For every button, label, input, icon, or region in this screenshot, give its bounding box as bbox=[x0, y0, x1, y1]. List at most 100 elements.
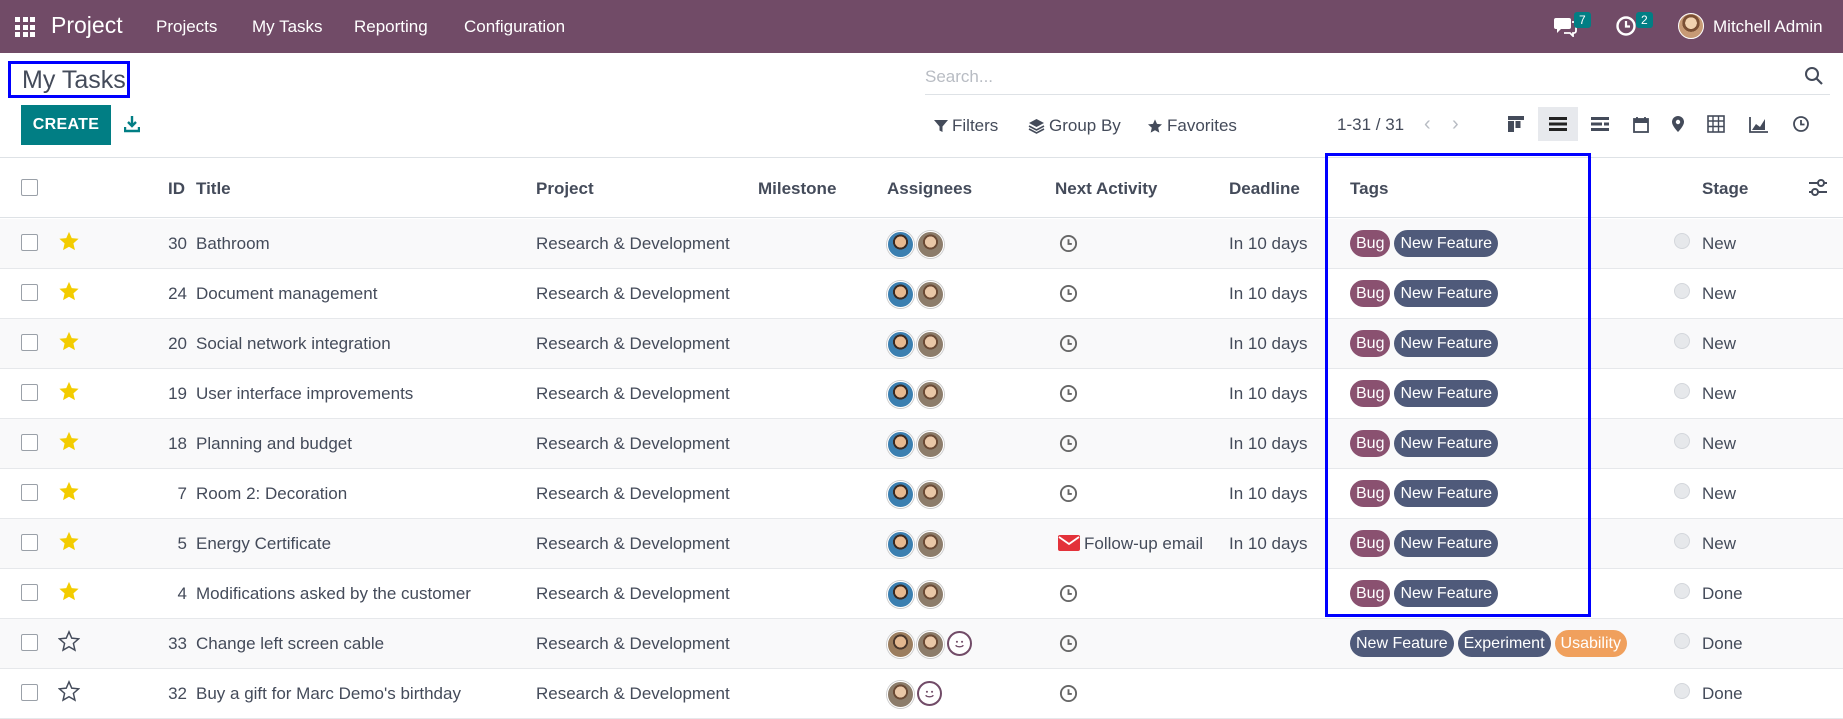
assignees-avatars[interactable] bbox=[887, 381, 944, 408]
assignees-avatars[interactable] bbox=[887, 681, 942, 708]
map-view-icon[interactable] bbox=[1667, 113, 1689, 135]
row-checkbox[interactable] bbox=[21, 684, 38, 701]
create-button[interactable]: CREATE bbox=[21, 105, 111, 145]
assignees-avatars[interactable] bbox=[887, 231, 944, 258]
kanban-state-icon[interactable] bbox=[1674, 683, 1690, 699]
priority-star-empty-icon[interactable] bbox=[57, 629, 81, 652]
activity-view-icon[interactable] bbox=[1790, 113, 1812, 135]
assignee-avatar[interactable] bbox=[917, 231, 944, 258]
avatar-placeholder-smile-icon[interactable] bbox=[917, 681, 942, 706]
assignee-avatar[interactable] bbox=[887, 681, 914, 708]
kanban-state-icon[interactable] bbox=[1674, 533, 1690, 549]
column-header-id[interactable]: ID bbox=[168, 179, 185, 199]
menu-my-tasks[interactable]: My Tasks bbox=[252, 17, 323, 37]
kanban-state-icon[interactable] bbox=[1674, 233, 1690, 249]
favorites-button[interactable]: Favorites bbox=[1147, 116, 1237, 136]
avatar-placeholder-smile-icon[interactable] bbox=[947, 631, 972, 656]
kanban-state-icon[interactable] bbox=[1674, 283, 1690, 299]
assignee-avatar[interactable] bbox=[887, 531, 914, 558]
activity-clock-icon[interactable] bbox=[1059, 384, 1078, 403]
pivot-view-icon[interactable] bbox=[1705, 113, 1727, 135]
priority-star-filled-icon[interactable] bbox=[58, 380, 80, 402]
row-checkbox[interactable] bbox=[21, 484, 38, 501]
search-icon[interactable] bbox=[1804, 66, 1824, 86]
column-header-title[interactable]: Title bbox=[196, 179, 231, 199]
assignee-avatar[interactable] bbox=[887, 631, 914, 658]
table-row[interactable]: 24 Document management Research & Developm… bbox=[0, 269, 1843, 319]
user-avatar[interactable] bbox=[1678, 13, 1704, 39]
table-row[interactable]: 5 Energy Certificate Research & Developmen… bbox=[0, 519, 1843, 569]
task-title[interactable]: Planning and budget bbox=[196, 434, 352, 454]
search-input[interactable] bbox=[925, 64, 1785, 90]
activity-clock-icon[interactable] bbox=[1059, 434, 1078, 453]
menu-reporting[interactable]: Reporting bbox=[354, 17, 428, 37]
menu-projects[interactable]: Projects bbox=[156, 17, 217, 37]
kanban-state-icon[interactable] bbox=[1674, 433, 1690, 449]
task-title[interactable]: Energy Certificate bbox=[196, 534, 331, 554]
row-checkbox[interactable] bbox=[21, 384, 38, 401]
calendar-view-icon[interactable] bbox=[1630, 113, 1652, 135]
column-header-project[interactable]: Project bbox=[536, 179, 594, 199]
column-header-stage[interactable]: Stage bbox=[1702, 179, 1748, 199]
priority-star-filled-icon[interactable] bbox=[58, 480, 80, 502]
row-checkbox[interactable] bbox=[21, 334, 38, 351]
table-row[interactable]: 4 Modifications asked by the customer Rese… bbox=[0, 569, 1843, 619]
kanban-state-icon[interactable] bbox=[1674, 483, 1690, 499]
column-header-milestone[interactable]: Milestone bbox=[758, 179, 836, 199]
assignee-avatar[interactable] bbox=[887, 281, 914, 308]
assignee-avatar[interactable] bbox=[917, 381, 944, 408]
assignees-avatars[interactable] bbox=[887, 581, 944, 608]
pager-next-icon[interactable]: › bbox=[1452, 113, 1466, 135]
activity-clock-icon[interactable] bbox=[1059, 234, 1078, 253]
assignee-avatar[interactable] bbox=[887, 431, 914, 458]
task-title[interactable]: User interface improvements bbox=[196, 384, 413, 404]
assignee-avatar[interactable] bbox=[917, 531, 944, 558]
assignee-avatar[interactable] bbox=[887, 581, 914, 608]
row-checkbox[interactable] bbox=[21, 584, 38, 601]
priority-star-filled-icon[interactable] bbox=[58, 580, 80, 602]
download-icon[interactable] bbox=[124, 115, 140, 133]
assignee-avatar[interactable] bbox=[887, 481, 914, 508]
priority-star-filled-icon[interactable] bbox=[58, 230, 80, 252]
list-view-icon[interactable] bbox=[1538, 107, 1578, 141]
column-header-tags[interactable]: Tags bbox=[1350, 179, 1388, 199]
task-title[interactable]: Bathroom bbox=[196, 234, 270, 254]
row-checkbox[interactable] bbox=[21, 284, 38, 301]
activities-button[interactable] bbox=[1615, 15, 1637, 37]
assignees-avatars[interactable] bbox=[887, 631, 972, 658]
kanban-state-icon[interactable] bbox=[1674, 583, 1690, 599]
pager-previous-icon[interactable]: ‹ bbox=[1424, 113, 1438, 135]
kanban-state-icon[interactable] bbox=[1674, 633, 1690, 649]
gantt-view-icon[interactable] bbox=[1589, 113, 1611, 135]
task-title[interactable]: Buy a gift for Marc Demo's birthday bbox=[196, 684, 461, 704]
table-row[interactable]: 33 Change left screen cable Research & Dev… bbox=[0, 619, 1843, 669]
activity-clock-icon[interactable] bbox=[1059, 334, 1078, 353]
assignee-avatar[interactable] bbox=[917, 331, 944, 358]
priority-star-filled-icon[interactable] bbox=[58, 530, 80, 552]
table-row[interactable]: 19 User interface improvements Research & … bbox=[0, 369, 1843, 419]
column-header-deadline[interactable]: Deadline bbox=[1229, 179, 1300, 199]
optional-columns-icon[interactable] bbox=[1808, 179, 1828, 196]
assignee-avatar[interactable] bbox=[887, 231, 914, 258]
pager-value[interactable]: 1-31 / 31 bbox=[1337, 115, 1404, 135]
assignees-avatars[interactable] bbox=[887, 331, 944, 358]
assignee-avatar[interactable] bbox=[887, 331, 914, 358]
row-checkbox[interactable] bbox=[21, 434, 38, 451]
priority-star-empty-icon[interactable] bbox=[57, 679, 81, 702]
next-activity[interactable]: Follow-up email bbox=[1058, 534, 1203, 554]
group-by-button[interactable]: Group By bbox=[1028, 116, 1121, 136]
menu-configuration[interactable]: Configuration bbox=[464, 17, 565, 37]
assignee-avatar[interactable] bbox=[917, 581, 944, 608]
priority-star-filled-icon[interactable] bbox=[58, 430, 80, 452]
filters-button[interactable]: Filters bbox=[934, 116, 998, 136]
table-row[interactable]: 18 Planning and budget Research & Developm… bbox=[0, 419, 1843, 469]
priority-star-filled-icon[interactable] bbox=[58, 330, 80, 352]
kanban-view-icon[interactable] bbox=[1505, 113, 1527, 135]
task-title[interactable]: Room 2: Decoration bbox=[196, 484, 347, 504]
kanban-state-icon[interactable] bbox=[1674, 383, 1690, 399]
assignee-avatar[interactable] bbox=[917, 431, 944, 458]
select-all-checkbox[interactable] bbox=[21, 179, 38, 196]
task-title[interactable]: Social network integration bbox=[196, 334, 391, 354]
assignee-avatar[interactable] bbox=[917, 281, 944, 308]
table-row[interactable]: 7 Room 2: Decoration Research & Developmen… bbox=[0, 469, 1843, 519]
